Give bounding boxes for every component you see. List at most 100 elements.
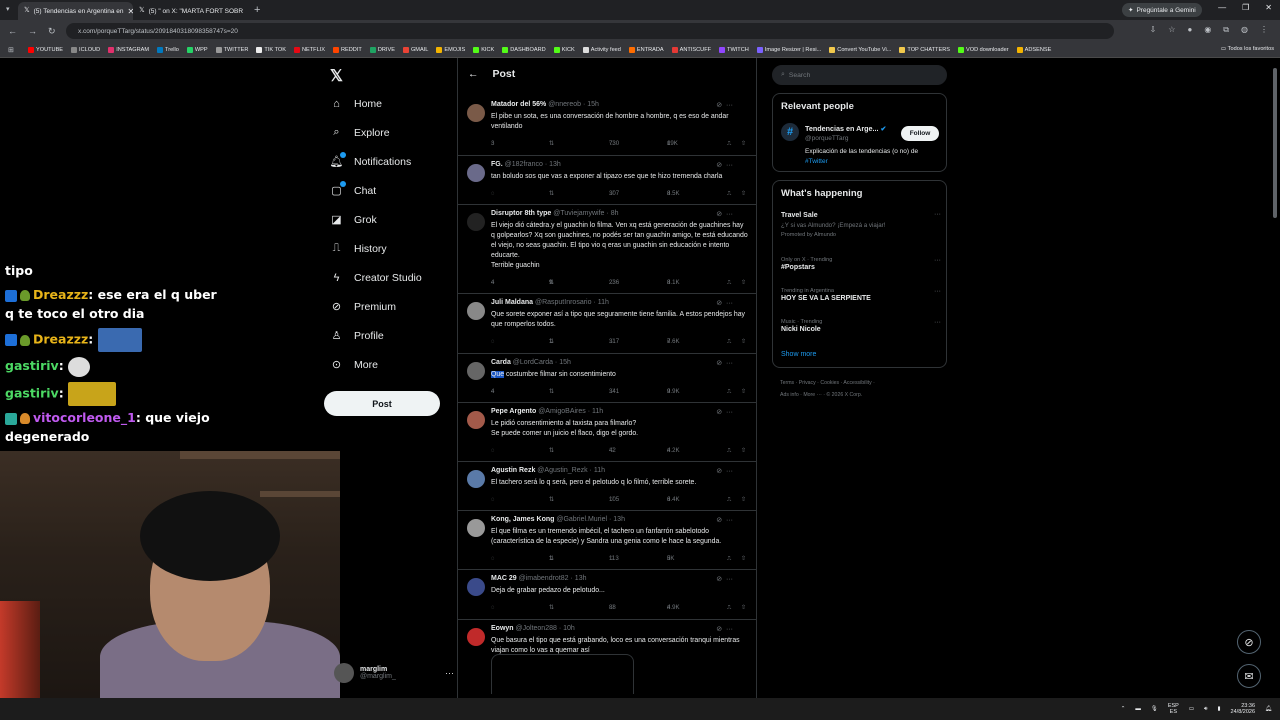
reply-tweet[interactable]: Matador del 56% @nnereob · 15h ⊘ ··· El pi… xyxy=(458,96,756,156)
share-icon[interactable]: ⇧ xyxy=(741,496,746,503)
avatar[interactable] xyxy=(467,470,485,488)
nav-notifications[interactable]: 🔔︎ Notifications xyxy=(330,152,411,168)
page-scrollbar[interactable] xyxy=(1273,68,1277,218)
bookmark-button[interactable]: ⎍ xyxy=(727,279,731,287)
address-bar[interactable]: x.com/porqueTTarg/status/209184031809835… xyxy=(66,23,1114,39)
show-more-link[interactable]: Show more xyxy=(781,351,816,358)
share-icon[interactable]: ⇧ xyxy=(741,447,746,454)
tweet-menu[interactable]: ⊘ ··· xyxy=(716,516,733,524)
bookmark-item[interactable]: Convert YouTube Vi... xyxy=(829,46,891,53)
avatar[interactable] xyxy=(467,628,485,646)
hashtag-link[interactable]: #Twitter xyxy=(805,158,828,165)
bookmark-item[interactable]: ADSENSE xyxy=(1016,46,1051,53)
bookmark-item[interactable]: Trello xyxy=(157,46,179,53)
nav-home[interactable]: ⌂ Home xyxy=(330,97,382,110)
reply-tweet[interactable]: Carda @LordCarda · 15h ⊘ ··· Que costumbre… xyxy=(458,354,756,403)
bookmark-item[interactable]: ANTISCUFF xyxy=(671,46,711,53)
bookmark-button[interactable]: ⎍ xyxy=(727,388,731,396)
author-name[interactable]: Pepe Argento xyxy=(491,408,536,415)
bookmark-item[interactable]: GMAIL xyxy=(402,46,428,53)
trend-item[interactable]: Only on X · Trending #Popstars ··· xyxy=(781,257,941,273)
author-name[interactable]: Matador del 56% xyxy=(491,101,546,108)
bookmark-item[interactable]: ENTRADA xyxy=(628,46,664,53)
bookmark-button[interactable]: ⎍ xyxy=(727,140,731,148)
install-icon[interactable]: ⇩ xyxy=(1150,25,1157,35)
share-icon[interactable]: ⇧ xyxy=(741,338,746,345)
avatar[interactable] xyxy=(467,213,485,231)
chevron-up-icon[interactable]: ⌃ xyxy=(1121,706,1126,712)
menu-icon[interactable]: ⋮ xyxy=(1260,25,1268,35)
media-placeholder[interactable] xyxy=(491,654,634,694)
avatar[interactable] xyxy=(467,578,485,596)
tweet-menu[interactable]: ⊘ ··· xyxy=(716,625,733,633)
tweet-menu[interactable]: ⊘ ··· xyxy=(716,161,733,169)
bookmark-item[interactable]: EMOJIS xyxy=(436,46,465,53)
notification-icon[interactable]: 🔔︎ xyxy=(1265,706,1272,712)
monitor-icon[interactable]: ▭ xyxy=(1189,706,1194,712)
bookmarks-all[interactable]: ▭ Todos los favoritos xyxy=(1221,46,1274,52)
person-name[interactable]: Tendencias en Arge... ✔ xyxy=(805,124,886,133)
back-icon[interactable]: ← xyxy=(8,26,17,37)
bookmark-button[interactable]: ⎍ xyxy=(727,447,731,455)
reply-tweet[interactable]: Pepe Argento @AmigoBAires · 11h ⊘ ··· Le p… xyxy=(458,403,756,462)
bookmark-button[interactable]: ⎍ xyxy=(727,496,731,504)
avatar[interactable] xyxy=(467,362,485,380)
gemini-button[interactable]: ✦ Pregúntale a Gemini xyxy=(1122,3,1202,17)
battery-icon[interactable]: ▮ xyxy=(1218,706,1221,712)
back-arrow-icon[interactable]: ← xyxy=(468,68,479,80)
extension-icon[interactable]: ● xyxy=(1187,25,1192,35)
nav-explore[interactable]: ⌕ Explore xyxy=(330,126,389,139)
author-name[interactable]: MAC 29 xyxy=(491,575,517,582)
post-button[interactable]: Post xyxy=(324,391,440,416)
share-icon[interactable]: ⇧ xyxy=(741,140,746,147)
tweet-menu[interactable]: ⊘ ··· xyxy=(716,359,733,367)
tweet-menu[interactable]: ⊘ ··· xyxy=(716,210,733,218)
share-icon[interactable]: ⇧ xyxy=(741,279,746,286)
bookmark-button[interactable]: ⎍ xyxy=(727,190,731,198)
messages-float-icon[interactable]: ✉ xyxy=(1237,664,1261,688)
follow-button[interactable]: Follow xyxy=(901,126,939,141)
tweet-menu[interactable]: ⊘ ··· xyxy=(716,101,733,109)
nav-grok[interactable]: ◪ Grok xyxy=(330,213,376,227)
trend-item[interactable]: Trending in Argentina HOY SE VA LA SERPI… xyxy=(781,288,941,304)
search-input[interactable]: ⌕ Search xyxy=(772,65,947,85)
bookmark-item[interactable]: DASHBOARD xyxy=(502,46,546,53)
author-name[interactable]: Juli Maldana xyxy=(491,299,533,306)
tweet-menu[interactable]: ⊘ ··· xyxy=(716,299,733,307)
bookmark-item[interactable]: YOUTUBE xyxy=(28,46,63,53)
footer-links[interactable]: Terms · Privacy · Cookies · Accessibilit… xyxy=(780,378,950,389)
bookmark-item[interactable]: TOP CHATTERS xyxy=(899,46,950,53)
reply-tweet[interactable]: Kong, James Kong @Gabriel.Muriel · 13h ⊘ … xyxy=(458,511,756,570)
bookmark-item[interactable]: TIK TOK xyxy=(256,46,286,53)
bookmark-item[interactable]: KICK xyxy=(473,46,494,53)
share-icon[interactable]: ⇧ xyxy=(741,190,746,197)
bookmark-button[interactable]: ⎍ xyxy=(727,604,731,612)
author-name[interactable]: Carda xyxy=(491,359,511,366)
bookmark-item[interactable]: Image Resizer | Resi... xyxy=(756,46,821,53)
reply-tweet[interactable]: Eowyn @Jolteon288 · 10h ⊘ ··· Que basura e… xyxy=(458,620,756,698)
bookmark-item[interactable]: KICK xyxy=(553,46,575,53)
tweet-menu[interactable]: ⊘ ··· xyxy=(716,575,733,583)
avatar[interactable]: ◍ xyxy=(1241,25,1248,35)
forward-icon[interactable]: → xyxy=(28,26,37,37)
nav-profile[interactable]: ♙ Profile xyxy=(330,329,384,343)
minimize-icon[interactable]: — xyxy=(1218,3,1226,12)
nav-premium[interactable]: ⊘ Premium xyxy=(330,300,396,314)
tweet-menu[interactable]: ⊘ ··· xyxy=(716,408,733,416)
close-window-icon[interactable]: ✕ xyxy=(1265,3,1272,12)
avatar[interactable] xyxy=(467,411,485,429)
bookmark-item[interactable]: INSTAGRAM xyxy=(108,46,149,53)
trend-item[interactable]: Travel Sale ¿Y si vas Almundo? ¡Empezá a… xyxy=(781,211,941,239)
close-tab-icon[interactable]: ✕ xyxy=(247,7,248,16)
star-icon[interactable]: ☆ xyxy=(1168,25,1175,35)
reply-tweet[interactable]: FG. @182franco · 13h ⊘ ··· tan boludo sos … xyxy=(458,156,756,205)
puzzle-icon[interactable]: ⧉ xyxy=(1223,25,1229,35)
author-name[interactable]: Disruptor 8th type xyxy=(491,210,551,217)
x-logo-icon[interactable]: 𝕏 xyxy=(330,66,343,86)
nav-chat[interactable]: ▢ Chat xyxy=(330,181,376,197)
grok-float-icon[interactable]: ⊘ xyxy=(1237,630,1261,654)
nav-creator-studio[interactable]: ϟ Creator Studio xyxy=(330,271,422,284)
share-icon[interactable]: ⇧ xyxy=(741,388,746,395)
bookmark-item[interactable]: Activity feed xyxy=(582,46,621,53)
mic-icon[interactable]: 🎙︎ xyxy=(1151,706,1158,712)
